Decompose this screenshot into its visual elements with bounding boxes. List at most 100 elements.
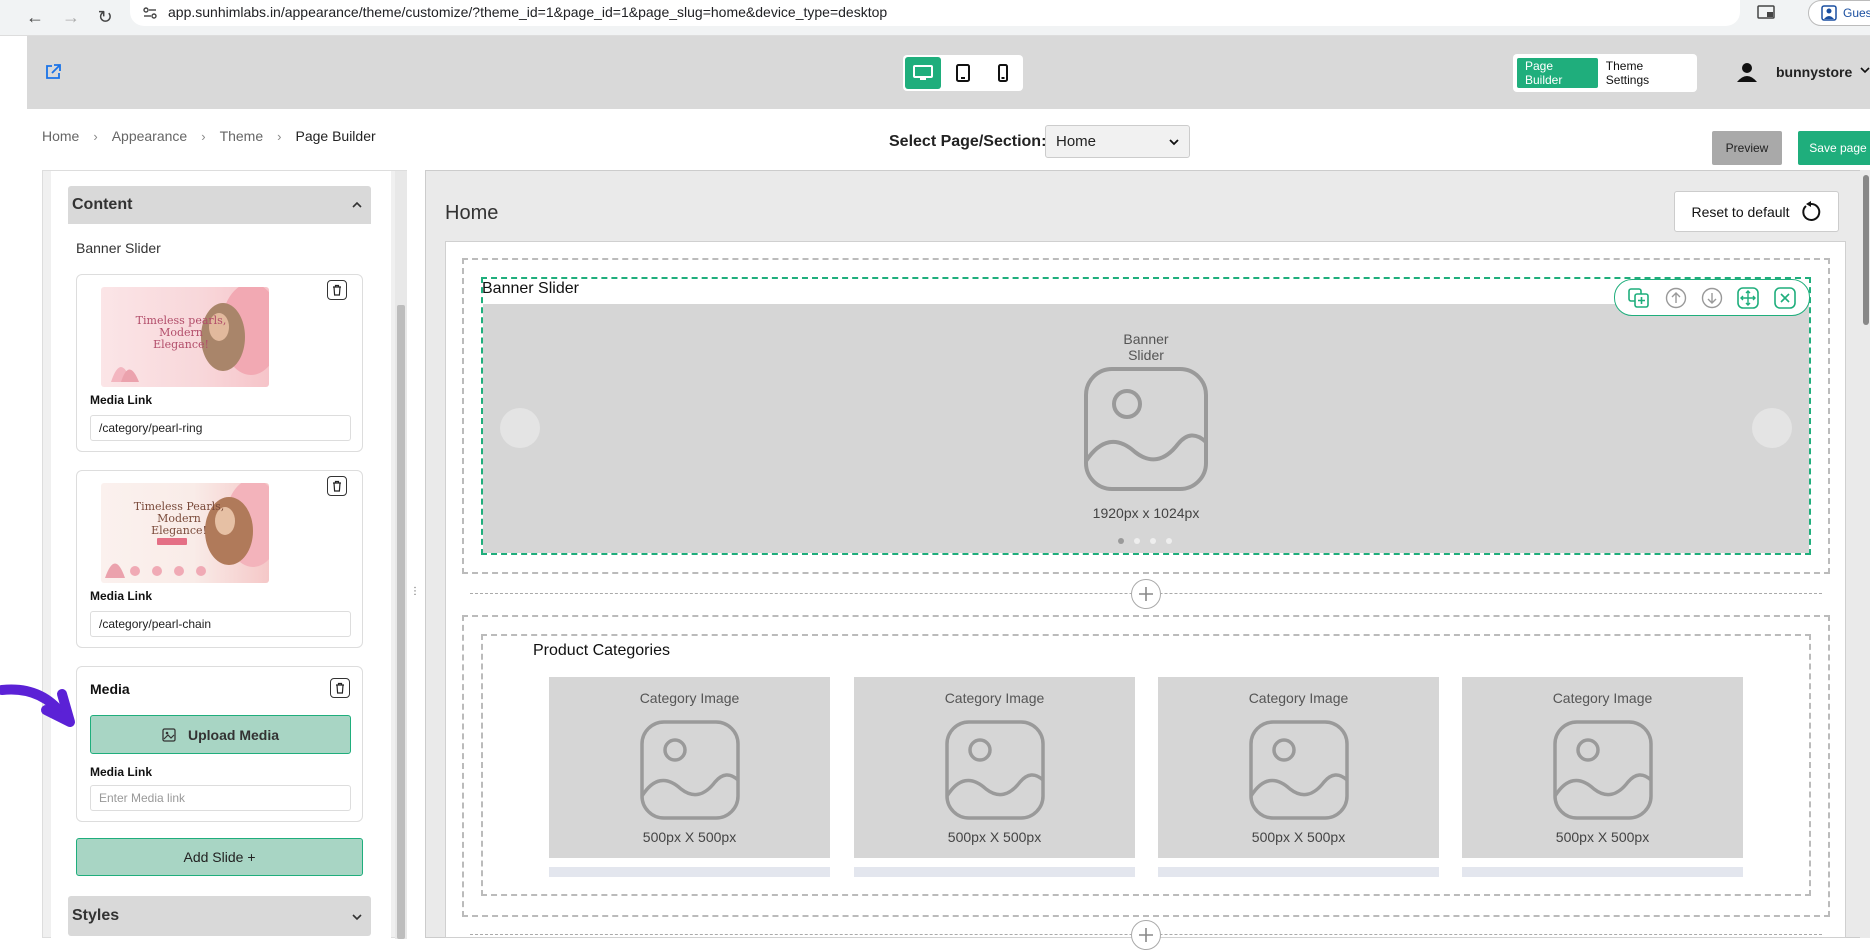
device-switcher	[903, 55, 1023, 91]
panel-scrollbar-thumb[interactable]	[397, 305, 405, 939]
add-section-button[interactable]	[1131, 579, 1161, 609]
trash-icon[interactable]	[327, 476, 347, 496]
image-placeholder-icon	[1552, 719, 1654, 821]
chevron-right-icon: ›	[277, 128, 282, 144]
category-card-title: Category Image	[944, 690, 1045, 706]
page-select[interactable]: Home	[1045, 125, 1190, 158]
breadcrumb-page-builder: Page Builder	[295, 128, 376, 144]
drag-move-icon[interactable]	[1735, 285, 1761, 311]
chevron-down-icon	[1169, 138, 1179, 146]
reset-to-default-button[interactable]: Reset to default	[1674, 191, 1839, 232]
preview-button[interactable]: Preview	[1712, 131, 1782, 165]
refresh-icon	[1800, 200, 1822, 223]
category-card[interactable]: Category Image 500px X 500px	[549, 677, 830, 858]
media-link-label: Media Link	[90, 765, 153, 779]
chevron-down-icon[interactable]	[1860, 66, 1870, 74]
slide-thumbnail-text: Timeless pearls, Modern Elegance!	[135, 314, 227, 351]
slide-thumbnail-text: Timeless Pearls, Modern Elegance!	[133, 500, 225, 537]
back-icon[interactable]: ←	[22, 4, 48, 30]
site-info-icon[interactable]	[142, 5, 158, 21]
category-card-title: Category Image	[1248, 690, 1349, 706]
breadcrumb-home[interactable]: Home	[42, 128, 79, 144]
media-link-input[interactable]: /category/pearl-ring	[90, 415, 351, 441]
category-card[interactable]: Category Image 500px X 500px	[1158, 677, 1439, 858]
category-caption-bar	[1158, 867, 1439, 877]
categories-title: Product Categories	[533, 642, 670, 659]
chevron-right-icon: ›	[93, 128, 98, 144]
page-select-label: Select Page/Section:	[889, 133, 1047, 150]
breadcrumb: Home › Appearance › Theme › Page Builder	[42, 128, 376, 144]
username[interactable]: bunnystore	[1776, 64, 1852, 80]
profile-label: Guest	[1843, 6, 1870, 20]
media-title: Media	[90, 681, 130, 697]
mobile-icon	[998, 64, 1008, 82]
upload-media-label: Upload Media	[187, 726, 279, 743]
section-title: Banner Slider	[76, 240, 161, 256]
media-link-label: Media Link	[90, 589, 153, 603]
url-text[interactable]: app.sunhimlabs.in/appearance/theme/custo…	[168, 4, 887, 20]
cast-icon[interactable]	[1756, 4, 1776, 22]
slider-next-button[interactable]	[1752, 408, 1792, 448]
slider-dot[interactable]	[1118, 538, 1124, 544]
trash-icon[interactable]	[327, 280, 347, 300]
reload-icon[interactable]: ↻	[92, 4, 118, 30]
panel-resize-handle[interactable]: ⋮	[410, 586, 420, 597]
slide-card: Timeless Pearls, Modern Elegance! Media …	[76, 470, 363, 648]
category-card-size: 500px X 500px	[1555, 829, 1650, 845]
theme-settings-tab[interactable]: Theme Settings	[1598, 58, 1693, 88]
content-accordion-header[interactable]: Content	[68, 186, 371, 224]
canvas-page-title: Home	[445, 202, 499, 224]
banner-section-label: Banner Slider	[482, 280, 579, 297]
breadcrumb-appearance[interactable]: Appearance	[112, 128, 188, 144]
styles-accordion-title: Styles	[72, 907, 120, 924]
desktop-view-button[interactable]	[905, 57, 941, 89]
section-toolbar	[1614, 279, 1810, 316]
slider-dot[interactable]	[1134, 538, 1140, 544]
slide-card: Timeless pearls, Modern Elegance! Media …	[76, 274, 363, 452]
breadcrumb-theme[interactable]: Theme	[220, 128, 264, 144]
close-icon[interactable]	[1772, 285, 1798, 311]
canvas-scrollbar-thumb[interactable]	[1863, 175, 1869, 325]
content-accordion-title: Content	[72, 196, 133, 213]
add-section-button[interactable]	[1131, 920, 1161, 950]
chevron-right-icon: ›	[201, 128, 206, 144]
slider-dot[interactable]	[1166, 538, 1172, 544]
chevron-up-icon	[352, 201, 362, 209]
save-page-button[interactable]: Save page	[1798, 131, 1870, 165]
forward-icon[interactable]: →	[58, 4, 84, 30]
annotation-arrow-icon	[0, 672, 90, 742]
styles-accordion-header[interactable]: Styles	[68, 896, 371, 936]
chevron-down-icon	[352, 913, 362, 921]
image-icon	[162, 727, 176, 742]
panel-scrollbar[interactable]	[395, 171, 407, 939]
upload-media-button[interactable]: Upload Media	[90, 715, 351, 754]
category-card[interactable]: Category Image 500px X 500px	[1462, 677, 1743, 858]
mobile-view-button[interactable]	[985, 57, 1021, 89]
page-select-value: Home	[1056, 133, 1097, 150]
image-placeholder-icon	[639, 719, 741, 821]
category-card[interactable]: Category Image 500px X 500px	[854, 677, 1135, 858]
user-icon[interactable]	[1736, 61, 1758, 83]
media-link-input[interactable]: /category/pearl-chain	[90, 611, 351, 637]
category-card-title: Category Image	[639, 690, 740, 706]
page-builder-tab[interactable]: Page Builder	[1517, 58, 1598, 88]
address-bar[interactable]: app.sunhimlabs.in/appearance/theme/custo…	[130, 0, 1740, 26]
category-card-size: 500px X 500px	[1251, 829, 1346, 845]
duplicate-icon[interactable]	[1626, 285, 1652, 311]
trash-icon[interactable]	[330, 678, 350, 698]
banner-placeholder-title: Banner Slider	[1123, 331, 1169, 363]
slider-dot[interactable]	[1150, 538, 1156, 544]
category-caption-bar	[1462, 867, 1743, 877]
move-down-icon[interactable]	[1699, 285, 1725, 311]
tablet-view-button[interactable]	[945, 57, 981, 89]
external-link-icon[interactable]	[44, 63, 62, 81]
reset-label: Reset to default	[1691, 203, 1790, 220]
move-up-icon[interactable]	[1663, 285, 1689, 311]
add-slide-button[interactable]: Add Slide +	[76, 838, 363, 876]
media-link-input[interactable]: Enter Media link	[90, 785, 351, 811]
desktop-icon	[913, 65, 933, 81]
category-caption-bar	[854, 867, 1135, 877]
slider-prev-button[interactable]	[500, 408, 540, 448]
browser-chrome: ← → ↻ app.sunhimlabs.in/appearance/theme…	[0, 0, 1870, 36]
profile-button[interactable]: Guest	[1808, 0, 1870, 26]
